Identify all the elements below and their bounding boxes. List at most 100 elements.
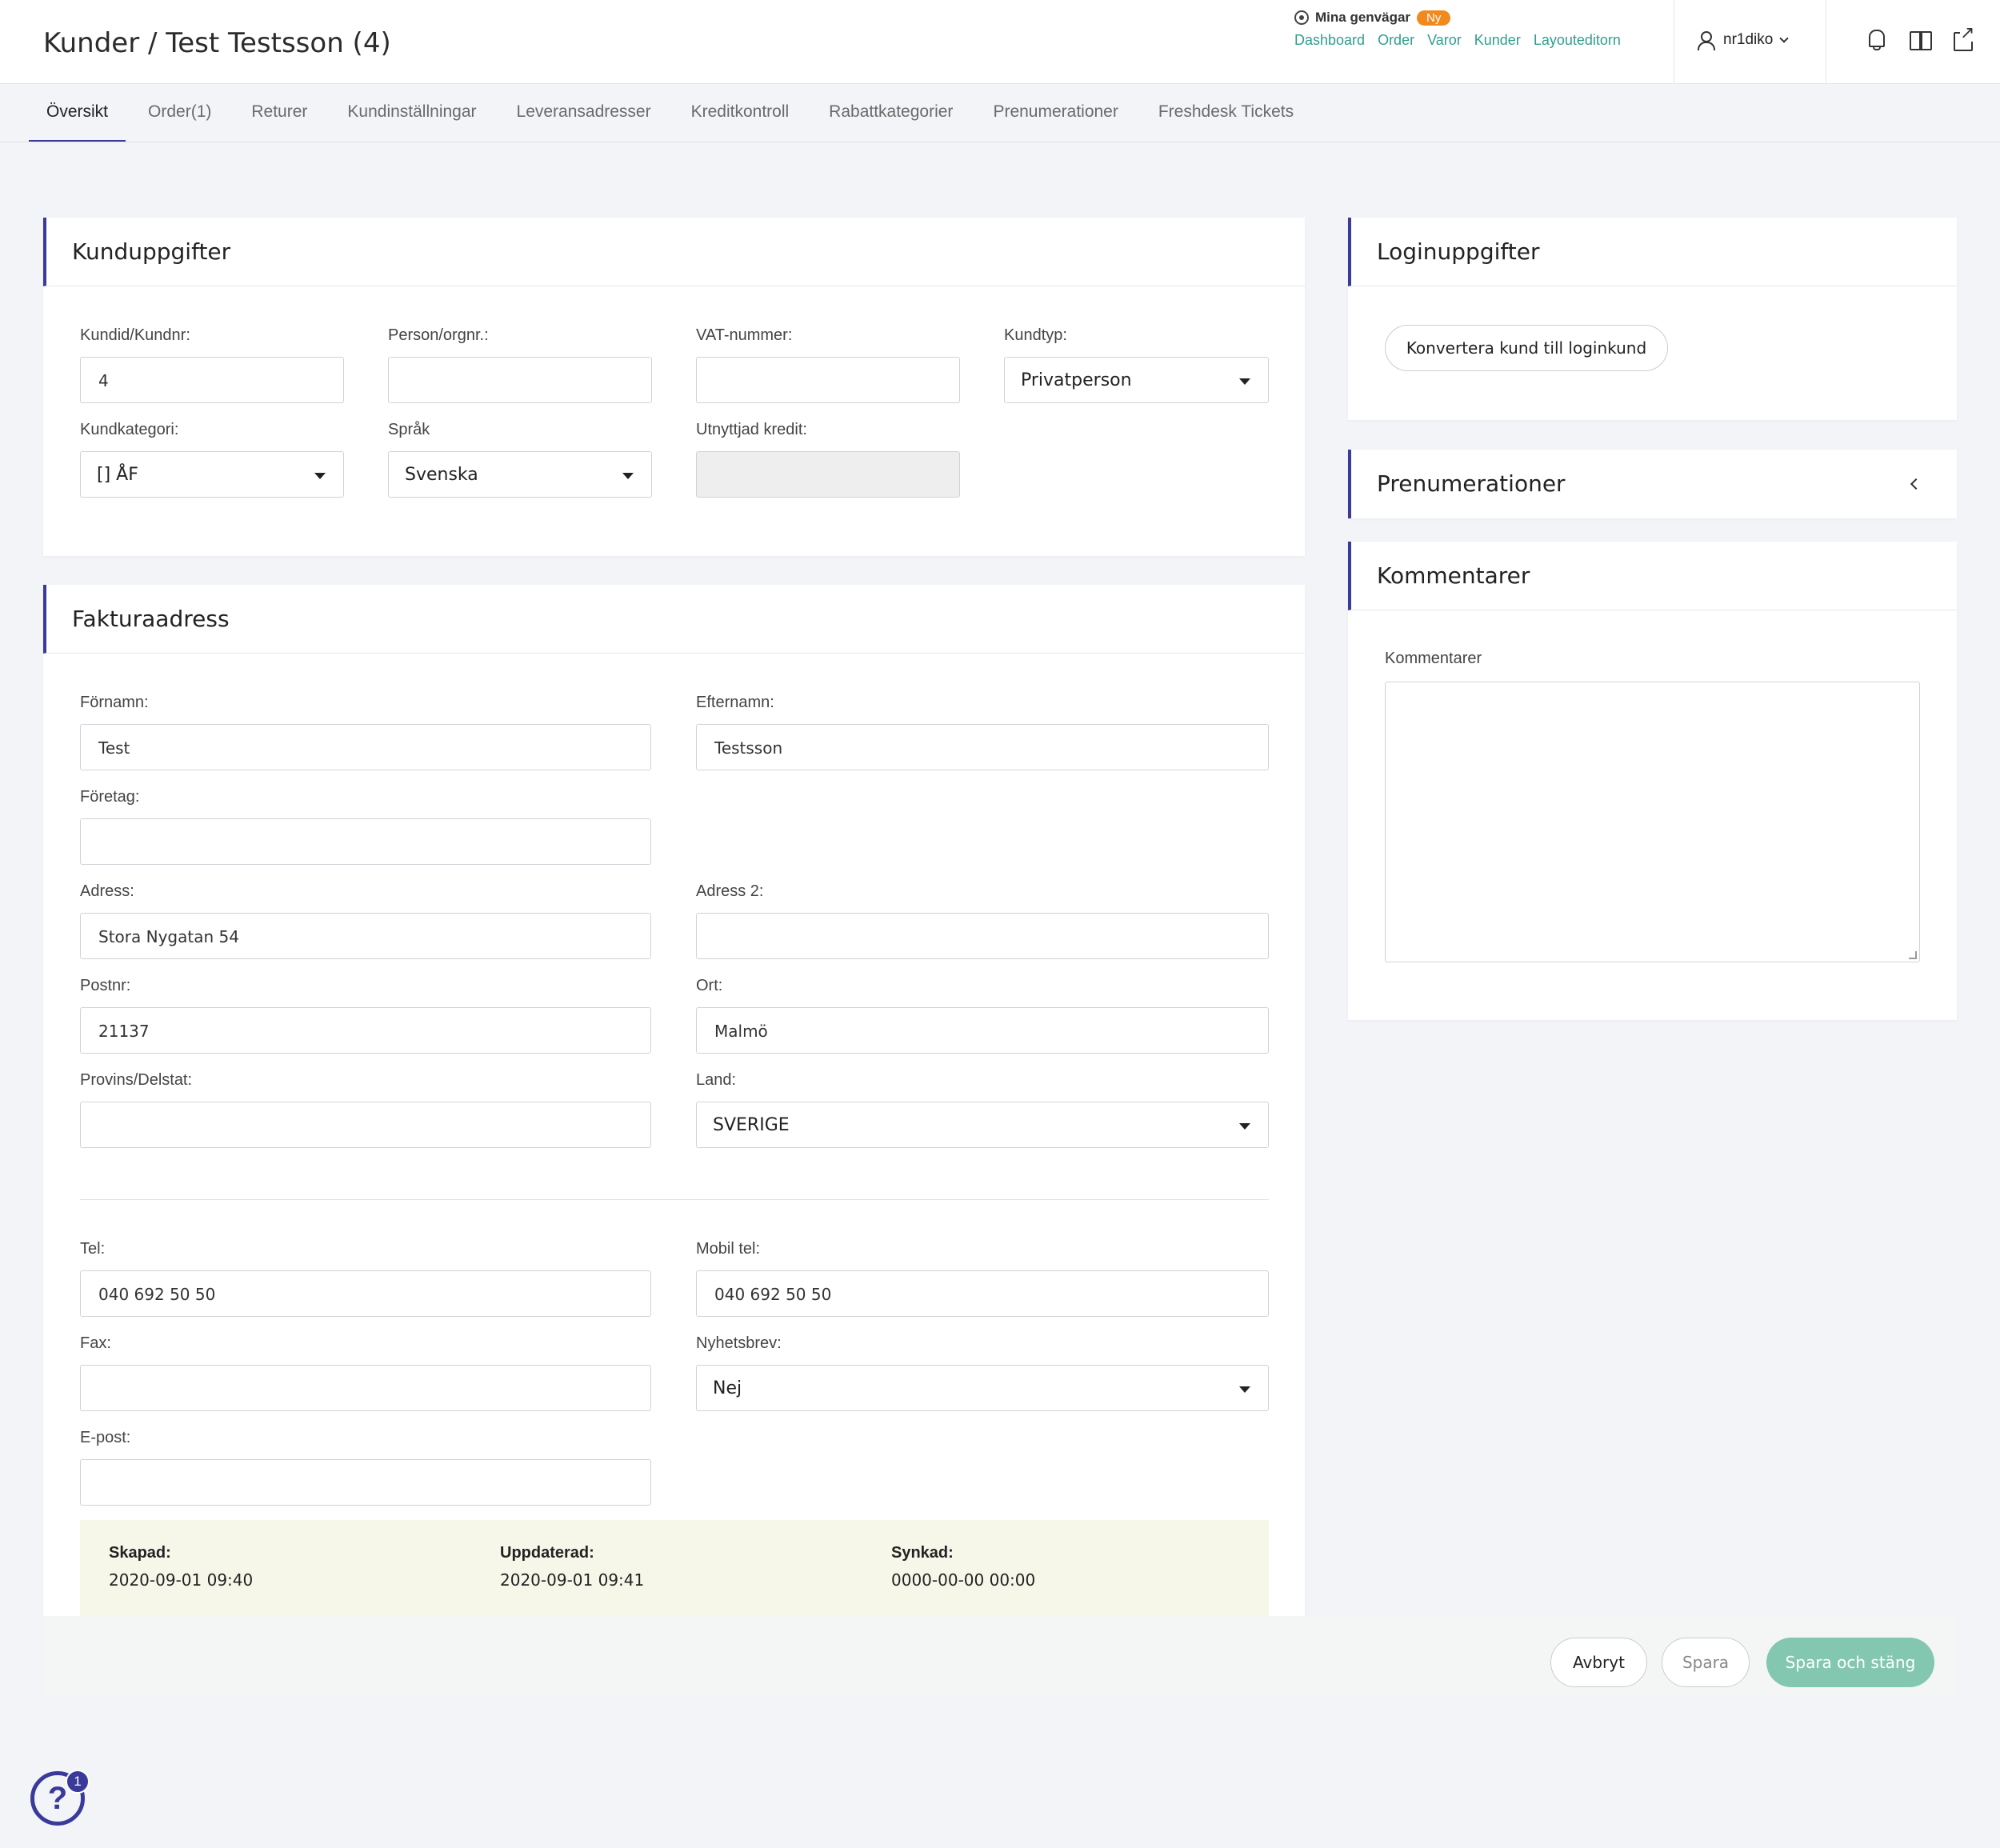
land-select[interactable]: SVERIGE — [696, 1102, 1269, 1148]
tab-kreditkontroll[interactable]: Kreditkontroll — [674, 85, 807, 142]
resize-handle-icon[interactable] — [1909, 951, 1917, 959]
epost-label: E-post: — [80, 1429, 131, 1446]
synkad-label: Synkad: — [891, 1544, 954, 1562]
kundtyp-select[interactable]: Privatperson — [1004, 357, 1269, 403]
kundkategori-label: Kundkategori: — [80, 421, 179, 438]
book-icon[interactable] — [1908, 27, 1932, 51]
tab-rabattkategorier[interactable]: Rabattkategorier — [811, 85, 970, 142]
synkad-value: 0000-00-00 00:00 — [891, 1570, 1036, 1590]
tab-order[interactable]: Order(1) — [130, 85, 229, 142]
efternamn-input[interactable]: Testsson — [696, 724, 1269, 770]
chevron-left-icon[interactable] — [1910, 478, 1922, 490]
tel-input[interactable]: 040 692 50 50 — [80, 1270, 651, 1317]
provins-input[interactable] — [80, 1102, 651, 1148]
adress-label: Adress: — [80, 882, 134, 900]
kommentarer-textarea[interactable] — [1385, 682, 1920, 962]
adress2-input[interactable] — [696, 913, 1269, 959]
shortcut-order[interactable]: Order — [1378, 32, 1414, 49]
tab-leveransadresser[interactable]: Leveransadresser — [499, 85, 669, 142]
tab-bar: Översikt Order(1) Returer Kundinställnin… — [29, 85, 1316, 142]
meta-info: Skapad: 2020-09-01 09:40 Uppdaterad: 202… — [80, 1520, 1269, 1616]
ort-input[interactable]: Malmö — [696, 1007, 1269, 1054]
page-title: Kunder / Test Testsson (4) — [43, 27, 391, 59]
shortcuts: Mina genvägar Ny Dashboard Order Varor K… — [1294, 10, 1621, 49]
postnr-label: Postnr: — [80, 977, 131, 994]
fakturaadress-title: Fakturaadress — [43, 585, 1305, 654]
meta-uppdaterad: Uppdaterad: 2020-09-01 09:41 — [500, 1544, 644, 1590]
caret-down-icon — [1239, 1123, 1250, 1130]
uppdaterad-value: 2020-09-01 09:41 — [500, 1570, 645, 1590]
foretag-input[interactable] — [80, 818, 651, 865]
nyhetsbrev-select[interactable]: Nej — [696, 1365, 1269, 1411]
kundkategori-value: [] ÅF — [97, 465, 138, 485]
kredit-label: Utnyttjad kredit: — [696, 421, 807, 438]
prenumerationer-title-text: Prenumerationer — [1377, 470, 1566, 497]
provins-label: Provins/Delstat: — [80, 1071, 193, 1089]
kredit-input — [696, 451, 960, 498]
help-notification-badge: 1 — [66, 1770, 90, 1794]
tab-freshdesk-tickets[interactable]: Freshdesk Tickets — [1141, 85, 1311, 142]
fax-label: Fax: — [80, 1334, 111, 1352]
kundid-label: Kundid/Kundnr: — [80, 326, 190, 344]
tab-kundinstallningar[interactable]: Kundinställningar — [330, 85, 494, 142]
convert-login-button[interactable]: Konvertera kund till loginkund — [1385, 325, 1668, 371]
user-menu[interactable]: nr1diko — [1696, 30, 1789, 50]
person-orgnr-label: Person/orgnr.: — [388, 326, 489, 344]
tab-returer[interactable]: Returer — [234, 85, 325, 142]
shortcut-layouteditorn[interactable]: Layouteditorn — [1534, 32, 1621, 49]
kommentarer-label: Kommentarer — [1385, 650, 1482, 667]
tab-prenumerationer[interactable]: Prenumerationer — [975, 85, 1135, 142]
nyhetsbrev-label: Nyhetsbrev: — [696, 1334, 782, 1352]
vat-input[interactable] — [696, 357, 960, 403]
section-divider — [80, 1199, 1269, 1200]
meta-skapad: Skapad: 2020-09-01 09:40 — [109, 1544, 253, 1590]
mobil-input[interactable]: 040 692 50 50 — [696, 1270, 1269, 1317]
new-badge: Ny — [1417, 10, 1451, 26]
kunduppgifter-title: Kunduppgifter — [43, 218, 1305, 286]
fax-input[interactable] — [80, 1365, 651, 1411]
skapad-value: 2020-09-01 09:40 — [109, 1570, 254, 1590]
gear-icon — [1294, 10, 1309, 25]
caret-down-icon — [314, 473, 326, 479]
kundid-input[interactable]: 4 — [80, 357, 344, 403]
kundkategori-select[interactable]: [] ÅF — [80, 451, 344, 498]
mobil-label: Mobil tel: — [696, 1240, 761, 1258]
land-value: SVERIGE — [713, 1115, 790, 1135]
cancel-button[interactable]: Avbryt — [1550, 1638, 1647, 1687]
kundtyp-value: Privatperson — [1021, 370, 1132, 390]
uppdaterad-label: Uppdaterad: — [500, 1544, 594, 1562]
external-link-icon[interactable] — [1952, 24, 1976, 51]
prenumerationer-card[interactable]: Prenumerationer — [1348, 450, 1957, 518]
caret-down-icon — [1239, 378, 1250, 385]
shortcuts-header[interactable]: Mina genvägar Ny — [1294, 10, 1621, 26]
sprak-label: Språk — [388, 421, 430, 438]
shortcuts-title: Mina genvägar — [1315, 10, 1411, 25]
sprak-select[interactable]: Svenska — [388, 451, 652, 498]
adress-input[interactable]: Stora Nygatan 54 — [80, 913, 651, 959]
save-and-close-button[interactable]: Spara och stäng — [1766, 1638, 1934, 1687]
shortcut-kunder[interactable]: Kunder — [1474, 32, 1521, 49]
vat-label: VAT-nummer: — [696, 326, 793, 344]
chevron-down-icon — [1779, 34, 1789, 43]
save-button[interactable]: Spara — [1662, 1638, 1750, 1687]
bell-icon[interactable] — [1864, 27, 1888, 51]
prenumerationer-title: Prenumerationer — [1348, 450, 1957, 518]
shortcut-dashboard[interactable]: Dashboard — [1294, 32, 1365, 49]
tel-label: Tel: — [80, 1240, 106, 1258]
ort-label: Ort: — [696, 977, 723, 994]
shortcut-varor[interactable]: Varor — [1427, 32, 1462, 49]
efternamn-label: Efternamn: — [696, 694, 774, 711]
fornamn-label: Förnamn: — [80, 694, 149, 711]
fornamn-input[interactable]: Test — [80, 724, 651, 770]
meta-synkad: Synkad: 0000-00-00 00:00 — [891, 1544, 1035, 1590]
person-orgnr-input[interactable] — [388, 357, 652, 403]
shortcut-links: Dashboard Order Varor Kunder Layoutedito… — [1294, 32, 1621, 49]
caret-down-icon — [1239, 1386, 1250, 1393]
tab-oversikt[interactable]: Översikt — [29, 85, 126, 142]
user-icon — [1696, 30, 1715, 50]
epost-input[interactable] — [80, 1459, 651, 1506]
land-label: Land: — [696, 1071, 737, 1089]
postnr-input[interactable]: 21137 — [80, 1007, 651, 1054]
top-bar: Kunder / Test Testsson (4) Mina genvägar… — [0, 0, 2000, 84]
sprak-value: Svenska — [405, 465, 478, 485]
